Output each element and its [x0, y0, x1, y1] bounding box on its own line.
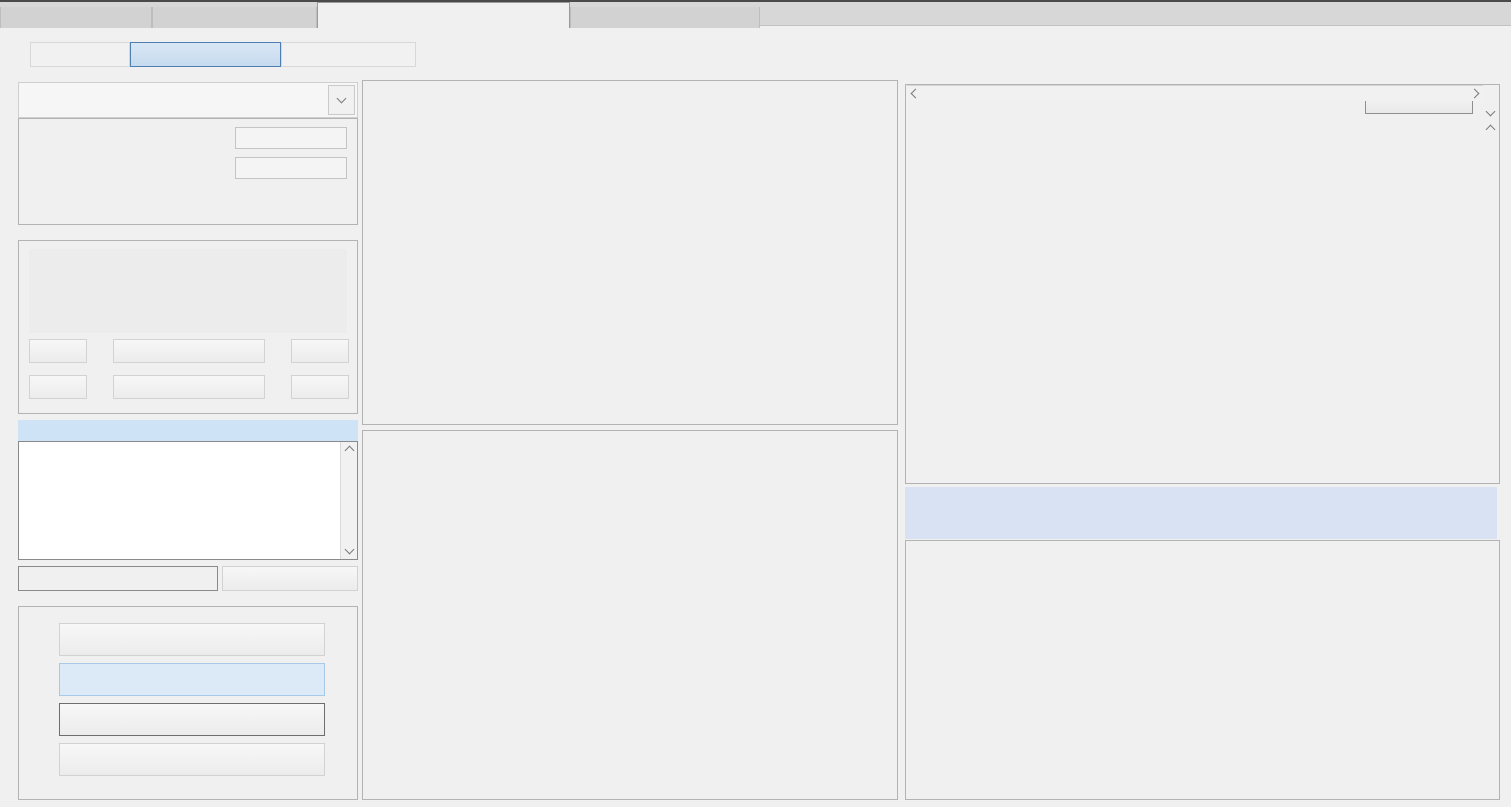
tab-channel-settings[interactable]	[152, 7, 317, 28]
save-button[interactable]	[59, 743, 325, 776]
file-list-scrollbar[interactable]	[340, 442, 357, 559]
source-position-prev-button[interactable]	[29, 339, 87, 363]
stop-button[interactable]	[59, 703, 325, 736]
test-type-radio-list	[29, 249, 347, 333]
scroll-up-button[interactable]	[341, 442, 357, 458]
measurement-actions-group	[18, 606, 358, 800]
measure-mode-combobox[interactable]	[18, 82, 358, 118]
microphone-position-next-button[interactable]	[291, 375, 349, 399]
tab-document-settings[interactable]	[0, 7, 152, 28]
chevron-up-icon	[344, 445, 354, 455]
chevron-left-icon[interactable]	[911, 89, 921, 99]
source-position-next-button[interactable]	[291, 339, 349, 363]
results-spacer-panel	[905, 487, 1497, 539]
chevron-up-icon	[1486, 124, 1496, 134]
source-position-button[interactable]	[113, 339, 265, 363]
measure-mode-dropdown-button[interactable]	[328, 85, 355, 115]
chevron-down-icon	[1486, 107, 1496, 117]
chevron-down-icon	[344, 545, 354, 555]
test-counter-button[interactable]	[18, 566, 218, 591]
result-spectrum-chart	[905, 540, 1500, 800]
min-microphone-positions-field[interactable]	[235, 157, 347, 179]
microphone-position-button[interactable]	[113, 375, 265, 399]
subtab-settings[interactable]	[30, 42, 130, 67]
min-source-positions-field[interactable]	[235, 127, 347, 149]
new-test-button[interactable]	[222, 566, 358, 591]
min-positions-group	[18, 118, 358, 225]
measure-button[interactable]	[59, 663, 325, 696]
subtab-measure[interactable]	[130, 42, 281, 67]
tab-mcr-spwr[interactable]	[317, 2, 570, 28]
time-history-chart	[362, 80, 898, 425]
sub-tabbar	[30, 42, 416, 67]
scroll-down-button[interactable]	[1483, 105, 1498, 121]
microphone-position-prev-button[interactable]	[29, 375, 87, 399]
live-spectrum-chart	[362, 430, 898, 800]
test-file-list[interactable]	[18, 441, 358, 560]
subtab-postprocess[interactable]	[281, 42, 416, 67]
results-panel	[905, 84, 1500, 484]
main-tabbar	[0, 0, 1511, 26]
chevron-down-icon	[337, 94, 347, 104]
test-file-list-title	[18, 420, 358, 441]
scroll-up-button[interactable]	[1483, 121, 1498, 137]
test-type-group	[18, 240, 358, 414]
chevron-right-icon[interactable]	[1470, 89, 1480, 99]
prepare-button[interactable]	[59, 623, 325, 656]
table-horizontal-scrollbar[interactable]	[907, 85, 1483, 101]
scroll-down-button[interactable]	[341, 543, 357, 559]
tab-report[interactable]	[570, 7, 760, 28]
